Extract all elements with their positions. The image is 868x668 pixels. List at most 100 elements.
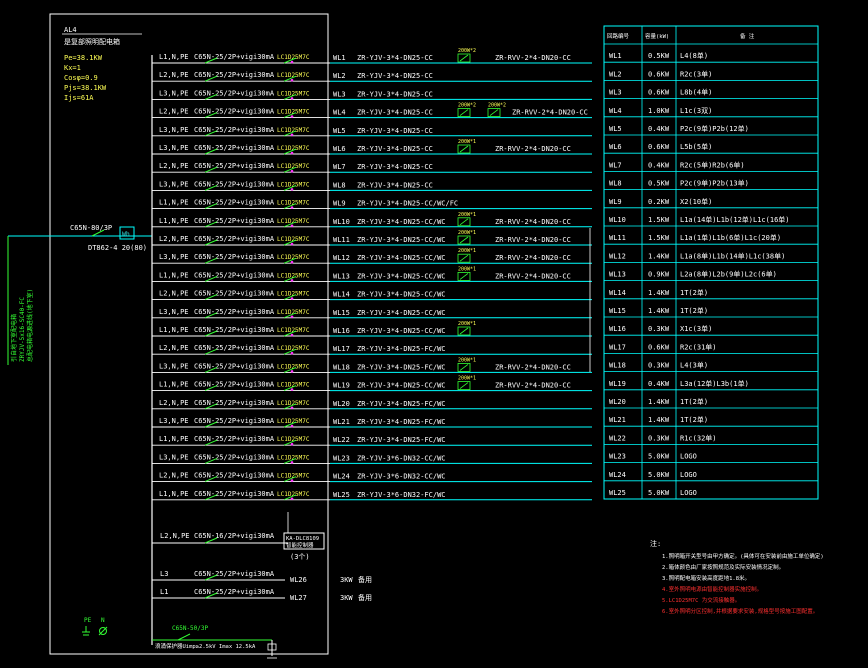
switch-mark	[459, 54, 469, 62]
spare-breaker: C65N-25/2P+vigi30mA	[194, 588, 275, 596]
circuit-contactor: LC1D25M7C	[277, 291, 310, 298]
circuit-breaker: C65N-25/2P+vigi30mA	[194, 162, 275, 170]
circuit-id: WL15	[333, 309, 350, 317]
circuit-phase: L3,N,PE	[159, 89, 189, 97]
table-cell-id: WL14	[609, 289, 626, 297]
circuit-contactor: LC1D25M7C	[277, 436, 310, 443]
circuit-breaker: C65N-25/2P+vigi30mA	[194, 490, 275, 498]
circuit-contactor: LC1D25M7C	[277, 327, 310, 334]
table-cell-power: 0.5KW	[648, 180, 670, 188]
contactor-mark	[290, 169, 294, 173]
table-cell-id: WL11	[609, 234, 626, 242]
table-cell-id: WL18	[609, 362, 626, 370]
table-cell-note: R1c(32单)	[680, 433, 717, 442]
circuit-id: WL20	[333, 400, 350, 408]
table-cell-note: LOGO	[680, 453, 697, 461]
circuit-contactor: LC1D25M7C	[277, 382, 310, 389]
circuit-id: WL24	[333, 473, 350, 481]
table-cell-id: WL19	[609, 380, 626, 388]
circuit-contactor: LC1D25M7C	[277, 491, 310, 498]
contactor-mark	[290, 351, 294, 355]
circuit-breaker: C65N-25/2P+vigi30mA	[194, 344, 275, 352]
circuit-cable: ZR-YJV-3*4-DN25-CC/WC/FC	[357, 200, 458, 208]
circuit-contactor: LC1D25M7C	[277, 54, 310, 61]
circuit-branch-cable: ZR-RVV-2*4-DN20-CC	[495, 218, 571, 226]
incoming-cable: ZRYJV-5x16-SC40-FC	[19, 297, 26, 362]
contactor-mark	[290, 151, 294, 155]
circuit-breaker: C65N-25/2P+vigi30mA	[194, 362, 275, 370]
table-header: 备 注	[740, 32, 755, 40]
circuit-phase: L2,N,PE	[159, 472, 189, 480]
table-cell-power: 0.6KW	[648, 70, 670, 78]
circuit-branch-cable: ZR-RVV-2*4-DN20-CC	[495, 145, 571, 153]
circuit-contactor: LC1D25M7C	[277, 72, 310, 79]
contactor-mark	[290, 78, 294, 82]
contactor-mark	[290, 206, 294, 209]
switch-rating: 200W*2	[458, 48, 476, 54]
circuit-phase: L1,N,PE	[159, 53, 189, 61]
circuit-phase: L1,N,PE	[159, 326, 189, 334]
table-cell-note: 1T(2单)	[680, 397, 708, 406]
circuit-cable: ZR-YJV-3*4-DN25-CC/WC	[357, 327, 446, 335]
circuit-branch-cable: ZR-RVV-2*4-DN20-CC	[495, 382, 571, 390]
circuit-breaker: C65N-25/2P+vigi30mA	[194, 199, 275, 207]
table-cell-power: 0.3KW	[648, 325, 670, 333]
switch-mark	[459, 236, 469, 244]
switch-mark	[459, 273, 469, 280]
table-cell-note: X1c(3单)	[680, 324, 712, 333]
circuit-breaker: C65N-25/2P+vigi30mA	[194, 417, 275, 425]
circuit-phase: L1,N,PE	[159, 490, 189, 498]
circuit-branch-cable: ZR-RVV-2*4-DN20-CC	[495, 272, 571, 280]
incoming-cable-note: 引自地下室配电箱	[10, 314, 18, 362]
table-cell-note: L4(3单)	[680, 361, 708, 370]
control-device: KA-DLC8109	[286, 536, 319, 542]
spare-circuits: L3 C65N-25/2P+vigi30mA WL26 3KW 备用 L1 C65N-25/…	[152, 570, 372, 602]
table-cell-power: 1.4KW	[648, 289, 670, 297]
circuit-breaker: C65N-25/2P+vigi30mA	[194, 53, 275, 61]
table-cell-power: 0.6KW	[648, 143, 670, 151]
table-cell-note: R2c(31单)	[680, 342, 717, 351]
circuit-rows: L1,N,PE C65N-25/2P+vigi30mA LC1D25M7C WL1 ZR…	[152, 48, 592, 501]
circuit-id: WL14	[333, 291, 350, 299]
meter-model: DT862-4 20(80)	[88, 244, 147, 252]
table-header: 回路编号	[607, 32, 630, 40]
circuit-breaker: C65N-25/2P+vigi30mA	[194, 472, 275, 480]
note-line: 2.箱体颜色由厂家按照规范及实际安装情况定制。	[662, 563, 784, 571]
circuit-cable: ZR-YJV-3*4-DN25-CC	[357, 127, 433, 135]
circuit-cable: ZR-YJV-3*4-DN25-CC/WC	[357, 291, 446, 299]
contactor-mark	[290, 370, 294, 373]
circuit-cable: ZR-YJV-3*4-DN25-CC	[357, 145, 433, 153]
table-cell-id: WL20	[609, 398, 626, 406]
circuit-breaker: C65N-25/2P+vigi30mA	[194, 89, 275, 97]
circuit-breaker: C65N-25/2P+vigi30mA	[194, 71, 275, 79]
circuit-contactor: LC1D25M7C	[277, 272, 310, 279]
table-cell-power: 1.4KW	[648, 416, 670, 424]
control-device-note: 智能控制器	[286, 541, 314, 549]
table-cell-power: 0.3KW	[648, 434, 670, 442]
table-cell-note: P2c(9单)P2b(12单)	[680, 124, 749, 133]
note-line: 6.室外照明分区控制,并根据要求安装,规格型号按施工图配置。	[662, 607, 818, 615]
table-cell-power: 0.4KW	[648, 125, 670, 133]
panel-params: Pe=38.1KW Kx=1 Cosφ=0.9 Pjs=38.1KW Ijs=61A	[64, 54, 107, 102]
circuit-cable: ZR-YJV-3*4-DN25-CC	[357, 54, 433, 62]
switch-rating: 200W*1	[458, 248, 476, 254]
table-cell-id: WL6	[609, 143, 622, 151]
switch-mark	[459, 254, 469, 262]
circuit-contactor: LC1D25M7C	[277, 345, 310, 352]
circuit-cable: ZR-YJV-3*4-DN25-CC/WC	[357, 382, 446, 390]
table-cell-note: L5b(5单)	[680, 142, 712, 151]
switch-rating: 200W*1	[458, 230, 476, 236]
table-cell-power: 0.9KW	[648, 271, 670, 279]
panel-id: AL4	[64, 26, 77, 34]
circuit-id: WL21	[333, 418, 350, 426]
circuit-breaker: C65N-25/2P+vigi30mA	[194, 308, 275, 316]
spare-id: WL27	[290, 594, 307, 602]
circuit-contactor: LC1D25M7C	[277, 363, 310, 370]
circuit-branch-cable: ZR-RVV-2*4-DN20-CC	[512, 109, 588, 117]
control-phase: L2,N,PE	[160, 532, 190, 540]
table-cell-id: WL10	[609, 216, 626, 224]
circuit-cable: ZR-YJV-3*4-DN25-FC/WC	[357, 418, 446, 426]
contactor-mark	[290, 442, 294, 446]
circuit-id: WL3	[333, 90, 346, 98]
table-cell-id: WL25	[609, 489, 626, 497]
